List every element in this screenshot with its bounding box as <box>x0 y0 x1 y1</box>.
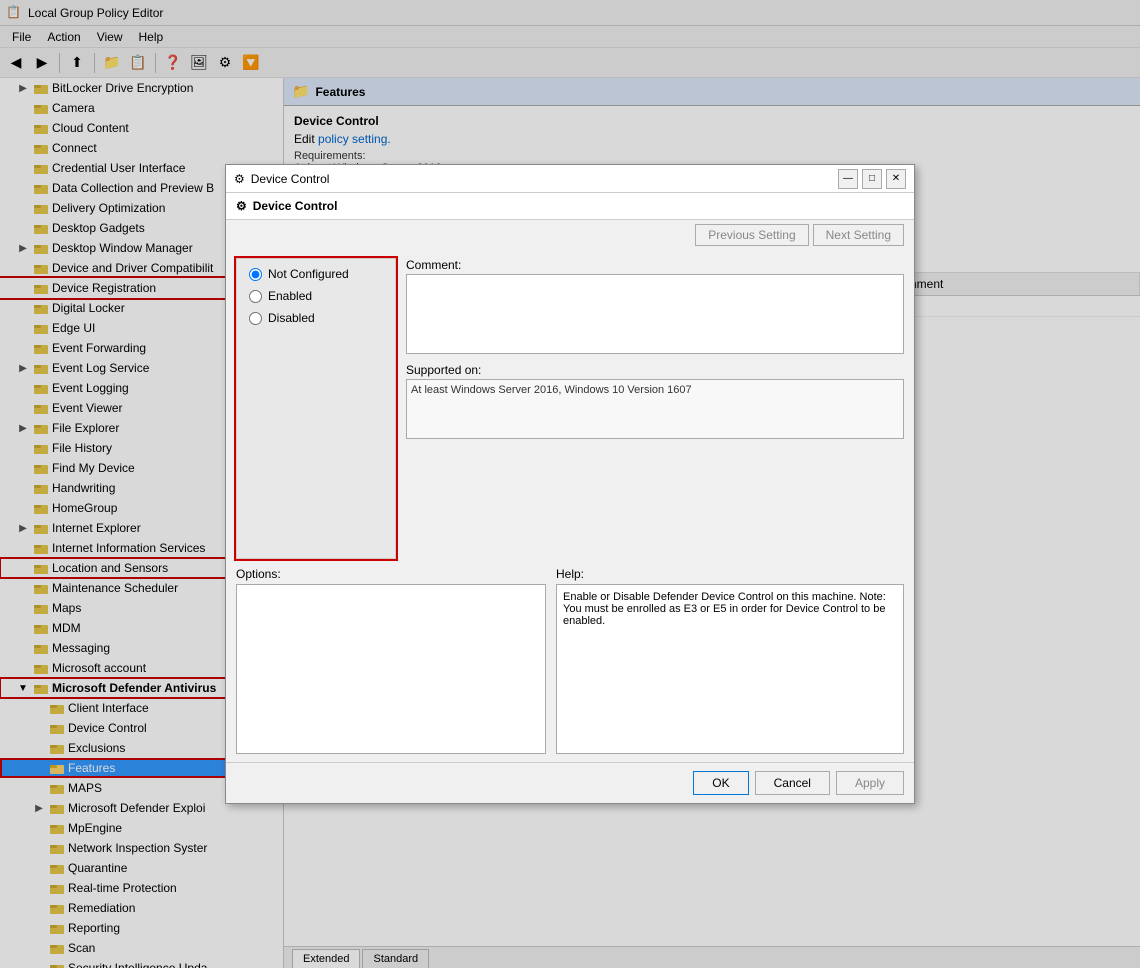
device-control-modal: ⚙ Device Control — □ ✕ ⚙ Device Control … <box>225 164 915 804</box>
modal-nav: Previous Setting Next Setting <box>226 220 914 250</box>
options-box <box>236 584 546 754</box>
modal-content: Not Configured Enabled Disabled Comment: <box>226 250 914 567</box>
modal-title-bar: ⚙ Device Control — □ ✕ <box>226 165 914 193</box>
subtitle-icon: ⚙ <box>236 199 247 213</box>
cancel-button[interactable]: Cancel <box>755 771 830 795</box>
prev-setting-button[interactable]: Previous Setting <box>695 224 808 246</box>
help-label: Help: <box>556 567 904 581</box>
help-pane: Help: Enable or Disable Defender Device … <box>556 567 904 754</box>
supported-label: Supported on: <box>406 363 904 377</box>
modal-title: Device Control <box>251 172 330 186</box>
modal-title-controls: — □ ✕ <box>838 169 906 189</box>
radio-group-container: Not Configured Enabled Disabled <box>236 258 396 559</box>
radio-not-configured[interactable]: Not Configured <box>249 267 383 281</box>
ok-button[interactable]: OK <box>693 771 748 795</box>
radio-input-disabled[interactable] <box>249 312 262 325</box>
supported-value: At least Windows Server 2016, Windows 10… <box>406 379 904 439</box>
comment-input[interactable] <box>406 274 904 354</box>
radio-disabled[interactable]: Disabled <box>249 311 383 325</box>
modal-right-panel: Comment: Supported on: At least Windows … <box>406 258 904 559</box>
radio-group: Not Configured Enabled Disabled <box>249 267 383 325</box>
comment-section: Comment: <box>406 258 904 357</box>
modal-subtitle: ⚙ Device Control <box>226 193 914 220</box>
apply-button[interactable]: Apply <box>836 771 904 795</box>
subtitle-text: Device Control <box>253 199 338 213</box>
close-button[interactable]: ✕ <box>886 169 906 189</box>
comment-label: Comment: <box>406 258 904 272</box>
modal-footer: OK Cancel Apply <box>226 762 914 803</box>
modal-title-left: ⚙ Device Control <box>234 172 329 186</box>
help-text: Enable or Disable Defender Device Contro… <box>556 584 904 754</box>
radio-input-enabled[interactable] <box>249 290 262 303</box>
radio-label-not-configured: Not Configured <box>268 267 349 281</box>
radio-label-disabled: Disabled <box>268 311 315 325</box>
minimize-button[interactable]: — <box>838 169 858 189</box>
options-pane: Options: <box>236 567 546 754</box>
next-setting-button[interactable]: Next Setting <box>813 224 904 246</box>
modal-bottom: Options: Help: Enable or Disable Defende… <box>226 567 914 762</box>
radio-input-not-configured[interactable] <box>249 268 262 281</box>
modal-icon: ⚙ <box>234 172 245 186</box>
radio-label-enabled: Enabled <box>268 289 312 303</box>
options-label: Options: <box>236 567 546 581</box>
modal-overlay: ⚙ Device Control — □ ✕ ⚙ Device Control … <box>0 0 1140 968</box>
radio-enabled[interactable]: Enabled <box>249 289 383 303</box>
maximize-button[interactable]: □ <box>862 169 882 189</box>
supported-section: Supported on: At least Windows Server 20… <box>406 363 904 439</box>
